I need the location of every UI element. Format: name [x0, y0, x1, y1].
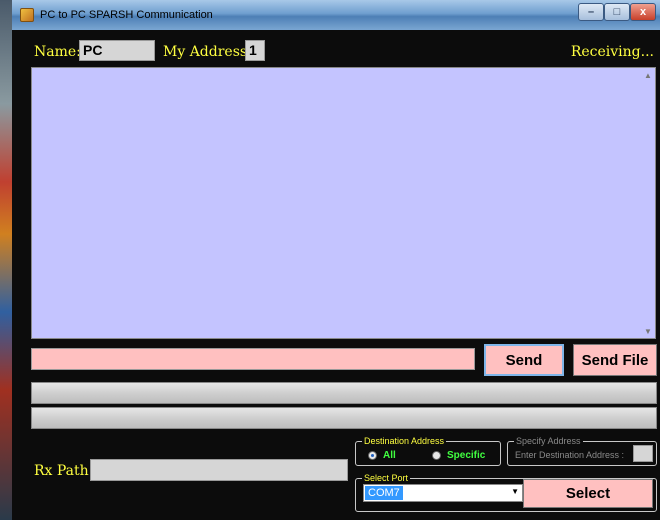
- select-port-title: Select Port: [362, 472, 411, 484]
- scroll-down-icon[interactable]: ▼: [641, 324, 655, 338]
- status-text: Receiving...: [570, 44, 654, 60]
- destination-address-title: Destination Address: [362, 435, 447, 447]
- minimize-button[interactable]: –: [578, 3, 604, 21]
- radio-all-icon: [368, 451, 377, 460]
- name-label: Name:: [34, 44, 81, 60]
- radio-specific[interactable]: Specific: [432, 450, 485, 461]
- rx-progress-bar: [31, 407, 657, 429]
- send-message-input[interactable]: [31, 348, 475, 370]
- chevron-down-icon[interactable]: ▼: [511, 487, 519, 496]
- radio-all[interactable]: All: [368, 450, 396, 461]
- enter-destination-label: Enter Destination Address :: [515, 450, 625, 460]
- radio-specific-icon: [432, 451, 441, 460]
- destination-address-group: Destination Address All Specific: [355, 435, 501, 466]
- port-selected-value: COM7: [365, 486, 403, 500]
- title-bar[interactable]: PC to PC SPARSH Communication – □ x: [12, 0, 660, 30]
- receive-textarea[interactable]: ▲ ▼: [31, 67, 656, 339]
- rx-path-label: Rx Path:: [34, 463, 94, 479]
- my-address-field[interactable]: 1: [245, 40, 265, 61]
- radio-all-label: All: [383, 450, 396, 461]
- radio-specific-label: Specific: [447, 450, 486, 461]
- maximize-button[interactable]: □: [604, 3, 630, 21]
- scroll-up-icon[interactable]: ▲: [641, 68, 655, 82]
- send-button[interactable]: Send: [484, 344, 564, 376]
- select-port-button[interactable]: Select: [523, 479, 653, 508]
- receive-scrollbar[interactable]: ▲ ▼: [641, 68, 655, 338]
- app-window: PC to PC SPARSH Communication – □ x Name…: [12, 0, 660, 520]
- close-button[interactable]: x: [630, 3, 656, 21]
- send-file-button[interactable]: Send File: [573, 344, 657, 376]
- rx-path-field[interactable]: [90, 459, 348, 481]
- name-field[interactable]: PC: [79, 40, 155, 61]
- window-title: PC to PC SPARSH Communication: [40, 9, 213, 21]
- specify-address-title: Specify Address: [514, 435, 583, 447]
- specify-address-group: Specify Address Enter Destination Addres…: [507, 435, 657, 466]
- app-icon: [20, 8, 34, 22]
- desktop-background: [0, 0, 12, 520]
- destination-address-input[interactable]: [633, 445, 653, 462]
- my-address-label: My Address:: [163, 44, 252, 60]
- port-dropdown[interactable]: COM7 ▼: [363, 484, 523, 502]
- tx-progress-bar: [31, 382, 657, 404]
